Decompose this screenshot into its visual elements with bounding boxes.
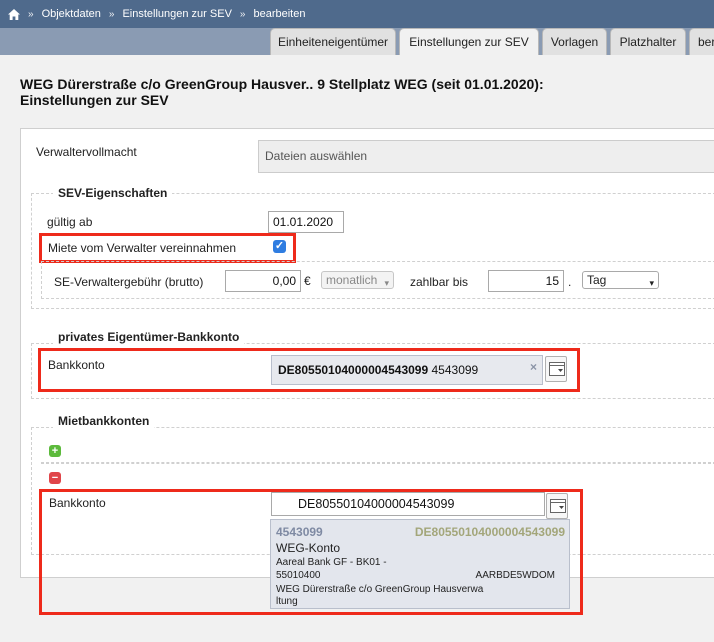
suggestion-name: WEG-Konto [276,541,341,555]
miet-bankkonto-label: Bankkonto [49,496,106,510]
tab-ber[interactable]: ber [689,28,714,55]
privat-bankkonto-label: Bankkonto [48,358,105,372]
chevron-right-icon: » [108,8,115,20]
interval-select-value: monatlich [326,273,378,287]
tab-platzhalter[interactable]: Platzhalter [610,28,686,55]
sev-legend: SEV-Eigenschaften [53,186,173,200]
suggestion-bank-line2: 55010400 [276,570,321,581]
autocomplete-suggestion[interactable]: 4543099 DE80550104000004543099 WEG-Konto… [270,519,570,609]
suggestion-bic: AARBDE5WDOM [475,570,555,581]
unit-select[interactable]: Tag ▾ [582,271,659,289]
page-title: WEG Dürerstraße c/o GreenGroup Hausver..… [20,76,700,108]
miet-picker-button[interactable] [546,493,568,519]
verwaltervollmacht-label: Verwaltervollmacht [36,145,137,159]
settings-panel: Verwaltervollmacht Dateien auswählen SEV… [20,128,714,615]
breadcrumb-item-einstellungen[interactable]: Einstellungen zur SEV [122,8,231,20]
suggestion-holder-line2: ltung [276,596,298,607]
gueltig-ab-input[interactable]: 01.01.2020 [268,211,344,233]
suggestion-account: 4543099 [276,525,323,539]
list-picker-icon [550,499,566,513]
tab-bar: Einheiteneigentümer Einstellungen zur SE… [0,28,714,55]
close-icon[interactable]: × [530,360,537,374]
breadcrumb-item-objektdaten[interactable]: Objektdaten [42,8,101,20]
interval-select[interactable]: monatlich ▾ [321,271,394,289]
unit-select-value: Tag [587,273,607,287]
currency-label: € [304,274,311,288]
privat-bankkonto-field[interactable]: DE80550104000004543099 4543099 [271,355,543,385]
chevron-down-icon: ▾ [384,278,389,288]
miete-label: Miete vom Verwalter vereinnahmen [48,241,237,255]
breadcrumb-item-bearbeiten: bearbeiten [253,8,306,20]
dot-label: . [568,275,572,289]
page-title-line1: WEG Dürerstraße c/o GreenGroup Hausver..… [20,76,544,92]
suggestion-bank-line1: Aareal Bank GF - BK01 - [276,557,387,568]
list-picker-icon [549,362,565,376]
privat-iban: DE80550104000004543099 [278,363,429,377]
remove-icon[interactable]: − [49,472,61,484]
suggestion-iban: DE80550104000004543099 [414,525,565,539]
add-icon[interactable]: + [49,445,61,457]
zahlbar-label: zahlbar bis [410,275,469,289]
gebuehr-input[interactable]: 0,00 [225,270,301,292]
miete-checkbox[interactable]: ✓ [273,240,286,253]
gueltig-ab-label: gültig ab [47,215,93,229]
zahlbar-input[interactable]: 15 [488,270,564,292]
privat-account: 4543099 [431,363,479,377]
privat-picker-button[interactable] [545,356,567,382]
chevron-right-icon: » [28,8,34,20]
suggestion-holder-line1: WEG Dürerstraße c/o GreenGroup Hausverwa [276,584,484,595]
page-title-line2: Einstellungen zur SEV [20,92,169,108]
gebuehr-label: SE-Verwaltergebühr (brutto) [54,275,204,289]
miet-legend: Mietbankkonten [53,414,155,428]
tab-einstellungen-sev[interactable]: Einstellungen zur SEV [399,28,539,55]
breadcrumb: » Objektdaten » Einstellungen zur SEV » … [0,0,714,28]
file-select-input[interactable]: Dateien auswählen [258,140,714,173]
tab-vorlagen[interactable]: Vorlagen [542,28,607,55]
chevron-right-icon: » [239,8,246,20]
home-icon[interactable] [8,8,20,20]
miet-bankkonto-input[interactable]: DE80550104000004543099 [271,492,545,516]
miet-divider [41,462,714,464]
chevron-down-icon: ▾ [649,278,654,288]
tab-einheiteneigentuemer[interactable]: Einheiteneigentümer [270,28,396,55]
privat-legend: privates Eigentümer-Bankkonto [53,330,245,344]
